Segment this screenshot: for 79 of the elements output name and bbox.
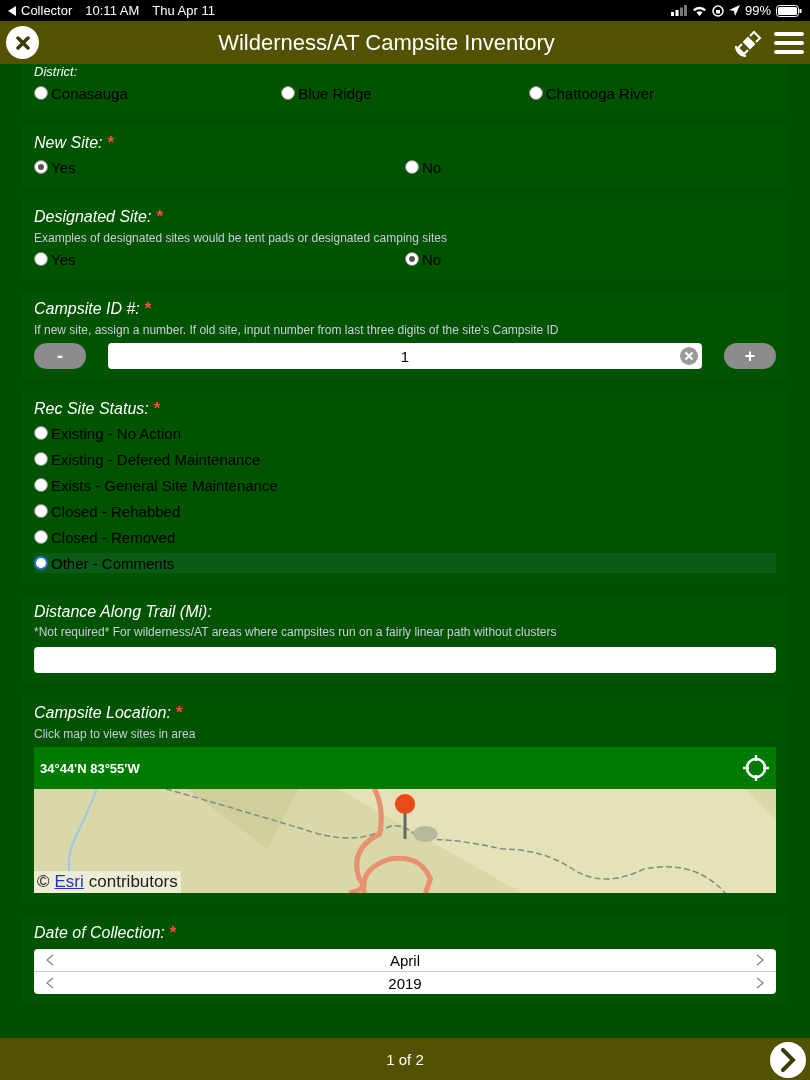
copyright-text: © — [37, 872, 50, 892]
page-indicator: 1 of 2 — [386, 1050, 424, 1068]
chevron-right-icon[interactable] — [756, 977, 764, 989]
field-label: Campsite ID #: — [34, 300, 140, 318]
year-value: 2019 — [388, 974, 422, 992]
focused-option-row[interactable]: Other - Comments — [34, 553, 776, 573]
coordinates-text: 34°44'N 83°55'W — [40, 760, 140, 776]
next-page-button[interactable] — [770, 1042, 806, 1078]
radio-button[interactable] — [34, 426, 48, 440]
radio-button[interactable] — [281, 86, 296, 100]
field-hint: Examples of designated sites would be tent pads or designated camping sites — [34, 231, 448, 245]
battery-icon — [776, 4, 802, 17]
radio-label[interactable]: No — [422, 158, 442, 176]
field-label: Designated Site: — [34, 208, 152, 226]
radio-button[interactable] — [34, 160, 48, 174]
month-value: April — [390, 951, 420, 969]
status-date: Thu Apr 11 — [152, 3, 215, 18]
chevron-left-icon[interactable] — [46, 954, 54, 966]
radio-label[interactable]: Closed - Rehabbed — [51, 502, 181, 520]
rotation-lock-icon — [711, 4, 724, 17]
text-input-field[interactable] — [34, 647, 776, 673]
radio-button[interactable] — [34, 452, 48, 466]
contributors-text: contributors — [88, 872, 178, 892]
radio-label[interactable]: Other - Comments — [51, 554, 175, 572]
radio-button[interactable] — [528, 86, 543, 100]
increment-button[interactable]: + — [724, 343, 776, 369]
esri-link[interactable]: Esri — [54, 872, 84, 892]
radio-label[interactable]: Conasauga — [51, 84, 128, 102]
field-label: Date of Collection: — [34, 924, 165, 942]
field-label: New Site: — [34, 134, 103, 152]
radio-label[interactable]: Closed - Removed — [51, 528, 176, 546]
chevron-right-icon[interactable] — [756, 954, 764, 966]
radio-button[interactable] — [405, 160, 419, 174]
chevron-left-icon[interactable] — [46, 977, 54, 989]
wifi-icon — [691, 5, 707, 16]
radio-label[interactable]: Blue Ridge — [298, 84, 372, 102]
radio-label[interactable]: Chattooga River — [545, 84, 655, 102]
required-asterisk: * — [156, 207, 164, 227]
radio-button[interactable] — [34, 86, 48, 100]
close-button[interactable] — [6, 26, 39, 59]
field-hint: *Not required* For wilderness/AT areas where campsites run on a fairly linear path without clusters — [34, 625, 558, 639]
radio-label[interactable]: Exists - General Site Maintenance — [51, 476, 278, 494]
required-asterisk: * — [169, 923, 177, 943]
required-asterisk: * — [144, 299, 152, 319]
close-icon — [15, 35, 30, 50]
field-label: District: — [34, 64, 78, 79]
radio-button[interactable] — [34, 478, 48, 492]
required-asterisk: * — [107, 133, 115, 153]
field-label: Distance Along Trail (Mi): — [34, 603, 212, 621]
form-title: Wilderness/AT Campsite Inventory — [217, 29, 556, 56]
radio-button[interactable] — [34, 252, 48, 266]
field-label: Campsite Location: — [34, 704, 171, 722]
number-input-field[interactable]: 1 — [108, 343, 702, 369]
radio-label[interactable]: Yes — [51, 250, 76, 268]
radio-button[interactable] — [34, 530, 48, 544]
locate-crosshair-icon[interactable] — [742, 754, 770, 782]
menu-icon[interactable] — [774, 30, 804, 55]
back-arrow-icon[interactable] — [8, 5, 16, 16]
radio-label[interactable]: No — [422, 250, 442, 268]
required-asterisk: * — [153, 399, 161, 419]
radio-button[interactable] — [34, 556, 48, 570]
field-hint: If new site, assign a number. If old site, input number from last three digits of the site's Campsite ID — [34, 323, 560, 337]
radio-label[interactable]: Existing - Defered Maintenance — [51, 450, 261, 468]
field-hint: Click map to view sites in area — [34, 727, 197, 741]
status-time: 10:11 AM — [85, 3, 140, 18]
battery-percent: 99% — [744, 3, 771, 18]
clear-icon[interactable] — [680, 347, 698, 365]
decrement-button[interactable]: - — [34, 343, 86, 369]
date-picker[interactable]: April 2019 — [34, 949, 776, 994]
radio-button[interactable] — [34, 504, 48, 518]
location-arrow-icon — [728, 5, 740, 16]
field-label: Rec Site Status: — [34, 400, 149, 418]
radio-label[interactable]: Yes — [51, 158, 76, 176]
radio-label[interactable]: Existing - No Action — [51, 424, 182, 442]
signal-icon — [670, 5, 687, 16]
required-asterisk: * — [175, 703, 183, 723]
back-app-link[interactable]: Collector — [21, 3, 73, 18]
chevron-right-icon — [778, 1048, 798, 1072]
radio-button[interactable] — [405, 252, 419, 266]
